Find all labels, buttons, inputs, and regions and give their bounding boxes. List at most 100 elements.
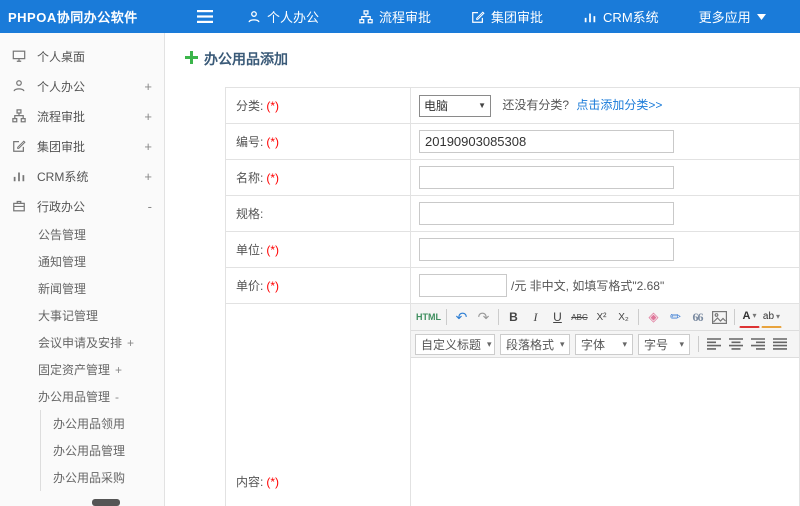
- format-brush-icon[interactable]: ✏: [665, 307, 686, 328]
- nav-group-approval[interactable]: 集团审批: [471, 7, 543, 26]
- flow-icon: [359, 9, 373, 24]
- caret-down-icon: [756, 13, 766, 20]
- required-marker: (*): [266, 99, 280, 113]
- briefcase-icon: [12, 198, 28, 214]
- sidebar-item-personal-office[interactable]: 个人办公 +: [0, 71, 164, 101]
- required-marker: (*): [266, 474, 280, 489]
- sidebar-item-supplies-purchase[interactable]: 办公用品采购: [41, 464, 164, 491]
- expand-toggle[interactable]: +: [144, 139, 152, 154]
- sidebar-item-label: 行政办公: [37, 199, 86, 214]
- nav-more-apps[interactable]: 更多应用: [699, 7, 766, 26]
- code-input[interactable]: [419, 130, 674, 153]
- redo-icon[interactable]: ↷: [473, 307, 494, 328]
- html-source-button[interactable]: HTML: [415, 307, 442, 328]
- sidebar-item-fixed-assets-mgmt[interactable]: 固定资产管理 +: [0, 356, 164, 383]
- italic-button[interactable]: I: [525, 307, 546, 328]
- field-label-category: 分类: (*): [225, 87, 411, 124]
- main-content: 办公用品添加 分类:(*) 电脑 还没有分类? 点击添加分类>> 编号:(*): [165, 33, 800, 506]
- superscript-button[interactable]: X²: [591, 307, 612, 328]
- unit-input[interactable]: [419, 238, 674, 261]
- expand-toggle[interactable]: -: [115, 390, 119, 404]
- sidebar-item-office-supplies-mgmt[interactable]: 办公用品管理 -: [0, 383, 164, 410]
- nav-crm-system[interactable]: CRM系统: [583, 7, 659, 26]
- sidebar-item-supplies-management[interactable]: 办公用品管理: [41, 437, 164, 464]
- spec-input[interactable]: [419, 202, 674, 225]
- nav-workflow-approval[interactable]: 流程审批: [359, 7, 431, 26]
- bar-chart-icon: [12, 168, 28, 184]
- insert-image-icon[interactable]: [709, 307, 730, 328]
- sidebar-item-label: 流程审批: [37, 109, 86, 124]
- align-right-icon[interactable]: [747, 334, 768, 355]
- sidebar-item-label: 固定资产管理: [38, 363, 111, 377]
- hamburger-menu-icon[interactable]: [197, 10, 213, 23]
- sidebar-item-crm[interactable]: CRM系统 +: [0, 161, 164, 191]
- sidebar-item-label: 通知管理: [38, 255, 87, 269]
- sidebar-item-supplies-requisition[interactable]: 办公用品领用: [41, 410, 164, 437]
- price-input[interactable]: [419, 274, 507, 297]
- align-justify-icon[interactable]: [769, 334, 790, 355]
- nav-label: 集团审批: [491, 10, 544, 25]
- expand-toggle[interactable]: -: [148, 199, 152, 214]
- scrollbar-thumb[interactable]: [92, 499, 120, 506]
- underline-button[interactable]: U: [547, 307, 568, 328]
- expand-toggle[interactable]: +: [127, 336, 134, 350]
- topbar: PHPOA协同办公软件 个人办公 流程审批 集团审批 CRM系统 更多应用: [0, 0, 800, 33]
- expand-toggle[interactable]: +: [144, 79, 152, 94]
- subscript-button[interactable]: X₂: [613, 307, 634, 328]
- align-left-icon[interactable]: [703, 334, 724, 355]
- nav-label: CRM系统: [603, 10, 659, 25]
- expand-toggle[interactable]: +: [115, 363, 122, 377]
- desktop-icon: [12, 48, 28, 64]
- sidebar-item-label: 会议申请及安排: [38, 336, 123, 350]
- nav-label: 个人办公: [267, 10, 320, 25]
- form-row-price: 单价: (*) /元 非中文, 如填写格式"2.68": [225, 267, 800, 304]
- sidebar-item-admin-office[interactable]: 行政办公 -: [0, 191, 164, 221]
- bold-button[interactable]: B: [503, 307, 524, 328]
- editor-content[interactable]: [411, 358, 799, 506]
- paragraph-format-select[interactable]: 段落格式: [500, 333, 570, 355]
- category-select[interactable]: 电脑: [419, 94, 491, 117]
- sidebar-item-meeting-mgmt[interactable]: 会议申请及安排 +: [0, 329, 164, 356]
- edit-icon: [471, 10, 485, 24]
- field-label-code: 编号: (*): [225, 123, 411, 160]
- toolbar-separator: [638, 309, 639, 325]
- field-label-price: 单价: (*): [225, 267, 411, 304]
- page-title: 办公用品添加: [185, 49, 800, 69]
- custom-heading-select[interactable]: 自定义标题: [415, 333, 495, 355]
- field-label-spec: 规格:: [225, 195, 411, 232]
- highlight-color-button[interactable]: ab: [761, 307, 782, 328]
- font-family-select[interactable]: 字体: [575, 333, 633, 355]
- sidebar-item-label: 办公用品管理: [53, 444, 126, 458]
- sidebar-item-personal-desktop[interactable]: 个人桌面: [0, 41, 164, 71]
- add-category-link[interactable]: 点击添加分类>>: [576, 98, 662, 112]
- toolbar-separator: [734, 309, 735, 325]
- sidebar-item-label: 办公用品管理: [38, 390, 111, 404]
- undo-icon[interactable]: ↶: [451, 307, 472, 328]
- toolbar-separator: [446, 309, 447, 325]
- blockquote-icon[interactable]: 66: [687, 307, 708, 328]
- sidebar-item-label: 新闻管理: [38, 282, 87, 296]
- sidebar-item-label: 办公用品领用: [53, 417, 126, 431]
- bar-chart-icon: [583, 10, 597, 24]
- required-marker: (*): [266, 243, 280, 257]
- person-icon: [12, 78, 28, 94]
- font-color-button[interactable]: A: [739, 307, 760, 328]
- remove-format-icon[interactable]: ◈: [643, 307, 664, 328]
- nav-personal-office[interactable]: 个人办公: [247, 7, 319, 26]
- sidebar-item-group-approval[interactable]: 集团审批 +: [0, 131, 164, 161]
- expand-toggle[interactable]: +: [144, 109, 152, 124]
- sidebar-item-notice-mgmt[interactable]: 通知管理: [0, 248, 164, 275]
- editor-toolbar-row2: 自定义标题 段落格式 字体 字号: [411, 331, 799, 358]
- align-center-icon[interactable]: [725, 334, 746, 355]
- font-size-select[interactable]: 字号: [638, 333, 690, 355]
- sidebar-item-label: CRM系统: [37, 169, 89, 184]
- sidebar-item-workflow-approval[interactable]: 流程审批 +: [0, 101, 164, 131]
- sidebar-item-news-mgmt[interactable]: 新闻管理: [0, 275, 164, 302]
- supply-add-form: 分类:(*) 电脑 还没有分类? 点击添加分类>> 编号:(*) 名称:(*): [225, 87, 800, 506]
- strikethrough-button[interactable]: ABC: [569, 307, 590, 328]
- sidebar-item-announcement-mgmt[interactable]: 公告管理: [0, 221, 164, 248]
- name-input[interactable]: [419, 166, 674, 189]
- sidebar-item-label: 个人桌面: [37, 49, 86, 64]
- expand-toggle[interactable]: +: [144, 169, 152, 184]
- sidebar-item-events-mgmt[interactable]: 大事记管理: [0, 302, 164, 329]
